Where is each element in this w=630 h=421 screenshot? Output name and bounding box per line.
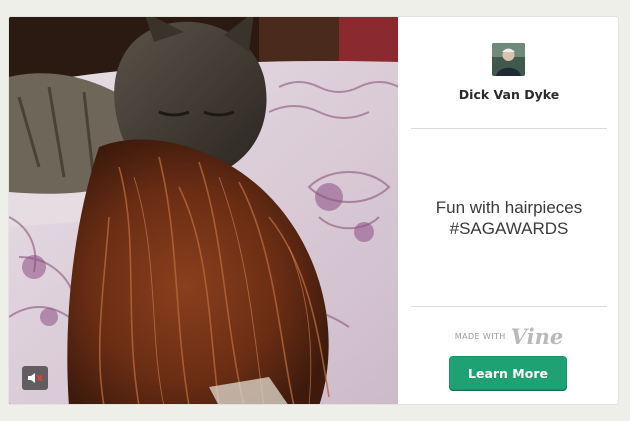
made-with-vine[interactable]: MADE WITH Vine	[398, 324, 618, 349]
divider	[411, 306, 607, 307]
caption-hashtag[interactable]: #SAGAWARDS	[408, 218, 610, 239]
vine-logo: Vine	[510, 324, 564, 349]
author-name[interactable]: Dick Van Dyke	[398, 87, 618, 102]
video-frame	[9, 17, 398, 404]
made-with-label: MADE WITH	[454, 332, 506, 341]
caption-line: Fun with hairpieces	[435, 198, 583, 217]
divider	[411, 128, 607, 129]
mute-toggle-button[interactable]	[22, 366, 48, 390]
avatar[interactable]	[492, 43, 525, 76]
post-info-panel: Dick Van Dyke Fun with hairpieces #SAGAW…	[398, 17, 618, 404]
learn-more-button[interactable]: Learn More	[449, 356, 567, 390]
vine-embed-card: Dick Van Dyke Fun with hairpieces #SAGAW…	[8, 16, 619, 405]
speaker-muted-icon	[27, 369, 43, 388]
post-caption: Fun with hairpieces #SAGAWARDS	[408, 197, 610, 239]
video-player[interactable]	[9, 17, 398, 404]
